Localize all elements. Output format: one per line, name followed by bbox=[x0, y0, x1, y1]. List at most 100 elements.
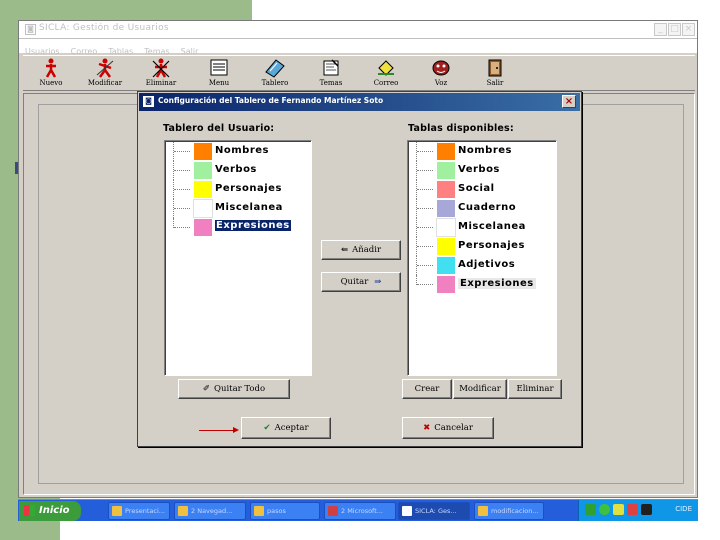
available-table-item[interactable]: Cuaderno bbox=[410, 199, 554, 218]
color-swatch bbox=[436, 142, 456, 161]
toolbar-nuevo-button[interactable]: Nuevo bbox=[31, 58, 71, 90]
folder-icon bbox=[254, 506, 264, 516]
available-tables-header: Tablas disponibles: bbox=[408, 123, 514, 134]
taskbar-item[interactable]: 2 Navegad... bbox=[174, 502, 246, 520]
toolbar-tablero-button[interactable]: Tablero bbox=[255, 58, 295, 90]
voice-icon bbox=[432, 60, 450, 76]
available-table-item[interactable]: Adjetivos bbox=[410, 256, 554, 275]
add-button[interactable]: ⇚ Añadir bbox=[321, 240, 401, 260]
taskbar: Inicio Presentaci... 2 Navegad... pasos … bbox=[18, 499, 698, 521]
folder-icon bbox=[178, 506, 188, 516]
menu-bar: Usuarios Correo Tablas Temas Salir bbox=[19, 39, 697, 56]
tray-icon[interactable] bbox=[627, 504, 638, 515]
color-swatch bbox=[436, 275, 456, 294]
tray-icon[interactable] bbox=[585, 504, 596, 515]
remove-all-button[interactable]: ✐ Quitar Todo bbox=[178, 379, 290, 399]
toolbar-salir-button[interactable]: Salir bbox=[475, 58, 515, 90]
color-swatch bbox=[193, 218, 213, 237]
remove-button[interactable]: Quitar ⇛ bbox=[321, 272, 401, 292]
eraser-icon: ✐ bbox=[202, 384, 210, 394]
dialog-title: Configuración del Tablero de Fernando Ma… bbox=[158, 96, 384, 105]
create-button[interactable]: Crear bbox=[402, 379, 452, 399]
taskbar-item[interactable]: modificacion... bbox=[474, 502, 544, 520]
tray-icon[interactable] bbox=[613, 504, 624, 515]
new-user-icon bbox=[45, 58, 57, 78]
toolbar: Nuevo Modificar Eliminar Menu Tablero Te… bbox=[23, 55, 695, 91]
dialog-app-icon: ◙ bbox=[143, 96, 154, 107]
available-table-item[interactable]: Social bbox=[410, 180, 554, 199]
toolbar-voz-button[interactable]: Voz bbox=[421, 58, 461, 90]
window-icon bbox=[478, 506, 488, 516]
tray-icon[interactable] bbox=[641, 504, 652, 515]
color-swatch bbox=[436, 256, 456, 275]
modify-user-icon bbox=[96, 58, 114, 78]
delete-button[interactable]: Eliminar bbox=[508, 379, 562, 399]
tray-clock: CIDE bbox=[675, 505, 692, 513]
dialog-close-button[interactable]: × bbox=[562, 95, 576, 108]
color-swatch bbox=[193, 180, 213, 199]
start-button[interactable]: Inicio bbox=[19, 501, 81, 521]
toolbar-modificar-button[interactable]: Modificar bbox=[85, 58, 125, 90]
available-table-item[interactable]: Nombres bbox=[410, 142, 554, 161]
checkmark-icon: ✔ bbox=[263, 423, 271, 433]
available-table-item[interactable]: Verbos bbox=[410, 161, 554, 180]
themes-icon bbox=[323, 59, 339, 76]
available-table-item[interactable]: Personajes bbox=[410, 237, 554, 256]
color-swatch bbox=[193, 161, 213, 180]
maximize-button[interactable]: □ bbox=[668, 23, 681, 36]
app-icon: ◙ bbox=[25, 24, 36, 35]
accept-button[interactable]: ✔ Aceptar bbox=[241, 417, 331, 439]
available-table-item[interactable]: Miscelanea bbox=[410, 218, 554, 237]
dialog-title-bar: ◙ Configuración del Tablero de Fernando … bbox=[139, 93, 580, 111]
mail-icon bbox=[378, 60, 394, 76]
user-board-item[interactable]: Verbos bbox=[167, 161, 309, 180]
taskbar-item-active[interactable]: SICLA: Ges... bbox=[398, 502, 470, 520]
delete-user-icon bbox=[152, 58, 170, 78]
modify-button[interactable]: Modificar bbox=[453, 379, 507, 399]
menu-icon bbox=[210, 59, 228, 76]
taskbar-item[interactable]: Presentaci... bbox=[108, 502, 170, 520]
add-arrow-icon: ⇚ bbox=[340, 245, 349, 255]
desktop: ◙ SICLA: Gestión de Usuarios _ □ × Usuar… bbox=[0, 0, 720, 540]
window-icon bbox=[112, 506, 122, 516]
board-icon bbox=[265, 59, 285, 78]
taskbar-item[interactable]: pasos bbox=[250, 502, 320, 520]
app-icon bbox=[402, 506, 412, 516]
main-title-bar: ◙ SICLA: Gestión de Usuarios _ □ × bbox=[19, 21, 697, 39]
toolbar-eliminar-button[interactable]: Eliminar bbox=[141, 58, 181, 90]
close-button[interactable]: × bbox=[682, 23, 695, 36]
system-tray: CIDE bbox=[578, 500, 698, 521]
user-board-item-selected[interactable]: Expresiones bbox=[167, 218, 309, 237]
minimize-button[interactable]: _ bbox=[654, 23, 667, 36]
user-board-item[interactable]: Personajes bbox=[167, 180, 309, 199]
color-swatch bbox=[436, 237, 456, 256]
red-pointer-arrow bbox=[199, 427, 239, 433]
color-swatch bbox=[436, 218, 456, 237]
main-window-title: SICLA: Gestión de Usuarios bbox=[39, 23, 169, 33]
color-swatch bbox=[436, 180, 456, 199]
slide-green-band bbox=[0, 0, 252, 20]
available-tables-list[interactable]: Nombres Verbos Social Cuaderno Miscelane bbox=[407, 140, 557, 376]
toolbar-menu-button[interactable]: Menu bbox=[199, 58, 239, 90]
user-board-item[interactable]: Nombres bbox=[167, 142, 309, 161]
user-board-item[interactable]: Miscelanea bbox=[167, 199, 309, 218]
remove-arrow-icon: ⇛ bbox=[374, 277, 382, 287]
exit-icon bbox=[488, 59, 502, 77]
cross-icon: ✖ bbox=[423, 423, 431, 433]
color-swatch bbox=[436, 199, 456, 218]
side-marker bbox=[15, 162, 18, 174]
user-board-list[interactable]: Nombres Verbos Personajes Miscelanea Exp bbox=[164, 140, 312, 376]
toolbar-temas-button[interactable]: Temas bbox=[311, 58, 351, 90]
user-board-header: Tablero del Usuario: bbox=[163, 123, 275, 134]
color-swatch bbox=[193, 199, 213, 218]
tray-icon[interactable] bbox=[599, 504, 610, 515]
board-config-dialog: ◙ Configuración del Tablero de Fernando … bbox=[137, 91, 582, 447]
taskbar-item[interactable]: 2 Microsoft... bbox=[324, 502, 396, 520]
available-table-item-highlighted[interactable]: Expresiones bbox=[410, 275, 554, 294]
color-swatch bbox=[436, 161, 456, 180]
cancel-button[interactable]: ✖ Cancelar bbox=[402, 417, 494, 439]
color-swatch bbox=[193, 142, 213, 161]
windows-logo-icon bbox=[24, 505, 35, 516]
window-icon bbox=[328, 506, 338, 516]
toolbar-correo-button[interactable]: Correo bbox=[366, 58, 406, 90]
